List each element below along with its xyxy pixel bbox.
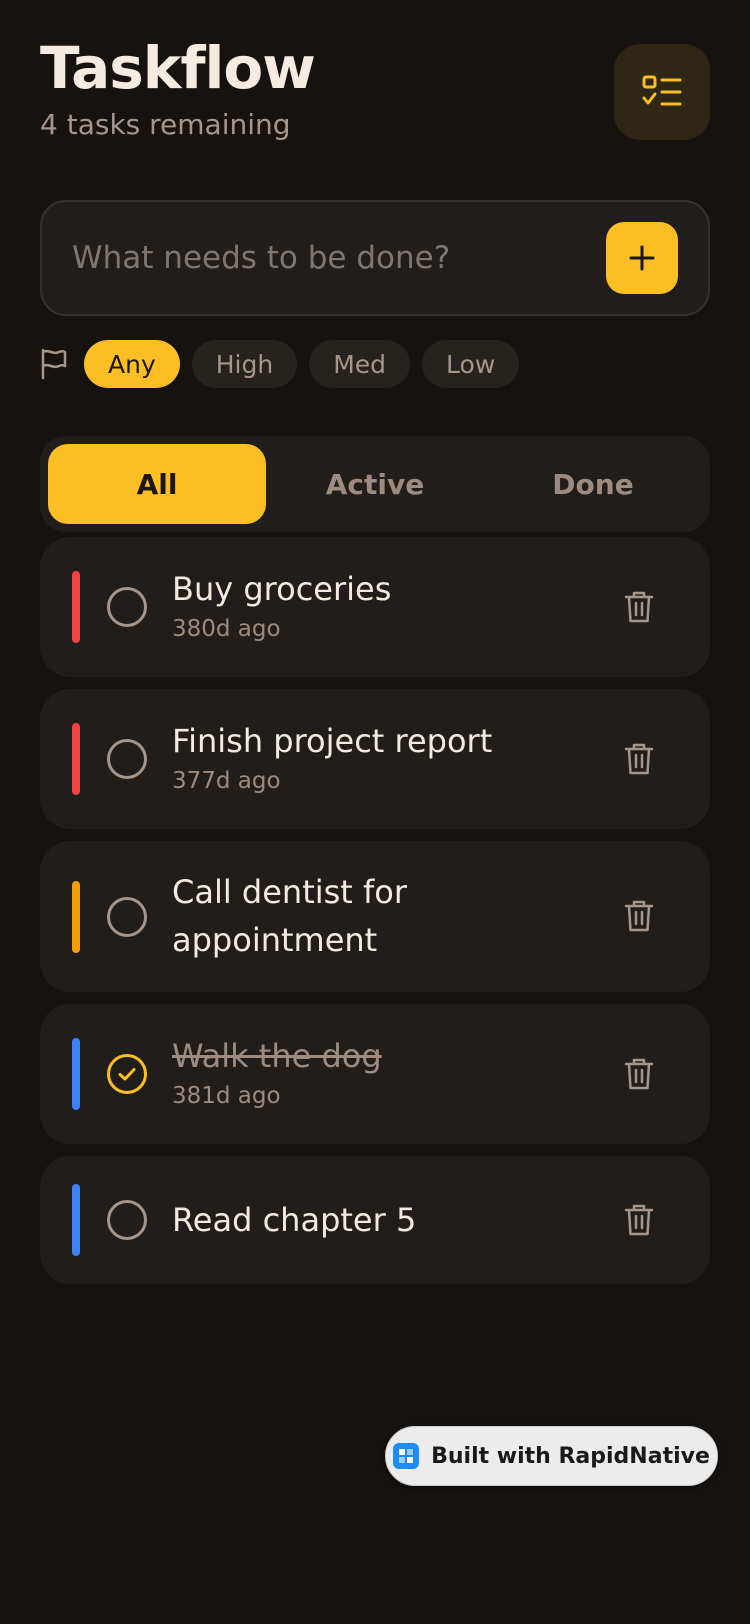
task-item[interactable]: Buy groceries 380d ago <box>40 537 710 677</box>
tasks-remaining: 4 tasks remaining <box>40 107 291 141</box>
plus-icon <box>629 245 655 271</box>
task-title: Finish project report <box>172 722 493 760</box>
rapidnative-logo-icon <box>393 1443 420 1469</box>
task-content: Finish project report 377d ago <box>172 717 592 797</box>
trash-icon[interactable] <box>624 590 654 624</box>
new-task-card <box>40 200 710 316</box>
priority-chip-med[interactable]: Med <box>309 340 411 388</box>
priority-filter: Any High Med Low <box>40 340 531 388</box>
page-title: Taskflow <box>40 34 316 102</box>
circle-icon[interactable] <box>106 738 148 780</box>
task-time: 380d ago <box>172 616 281 642</box>
flag-icon <box>41 348 67 380</box>
tab-done[interactable]: Done <box>484 444 702 524</box>
tab-all[interactable]: All <box>48 444 266 524</box>
task-content: Read chapter 5 <box>172 1196 592 1244</box>
task-time: 381d ago <box>172 1083 281 1109</box>
task-item[interactable]: Walk the dog 381d ago <box>40 1004 710 1144</box>
tab-active[interactable]: Active <box>266 444 484 524</box>
priority-indicator <box>72 881 80 953</box>
task-title: Buy groceries <box>172 570 392 608</box>
task-title: Call dentist for appointment <box>172 873 408 959</box>
built-with-badge[interactable]: Built with RapidNative <box>385 1426 718 1486</box>
task-title: Walk the dog <box>172 1037 382 1075</box>
trash-icon[interactable] <box>624 1057 654 1091</box>
app-screen: Taskflow 4 tasks remaining Any High Med … <box>0 0 750 1624</box>
trash-icon[interactable] <box>624 899 654 933</box>
priority-indicator <box>72 571 80 643</box>
priority-chip-any[interactable]: Any <box>84 340 180 388</box>
checklist-icon <box>642 75 682 106</box>
header: Taskflow 4 tasks remaining <box>40 34 316 141</box>
task-time: 377d ago <box>172 768 281 794</box>
badge-label: Built with RapidNative <box>431 1443 710 1469</box>
circle-icon[interactable] <box>106 896 148 938</box>
trash-icon[interactable] <box>624 1203 654 1237</box>
task-item[interactable]: Call dentist for appointment <box>40 841 710 992</box>
new-task-input[interactable] <box>72 230 572 286</box>
checklist-button[interactable] <box>614 44 710 140</box>
task-content: Walk the dog 381d ago <box>172 1032 592 1112</box>
circle-icon[interactable] <box>106 1199 148 1241</box>
priority-chip-low[interactable]: Low <box>422 340 520 388</box>
trash-icon[interactable] <box>624 742 654 776</box>
priority-chip-high[interactable]: High <box>191 340 298 388</box>
add-task-button[interactable] <box>606 222 678 294</box>
task-content: Call dentist for appointment <box>172 868 492 964</box>
priority-indicator <box>72 1184 80 1256</box>
priority-indicator <box>72 723 80 795</box>
check-circle-icon[interactable] <box>106 1053 148 1095</box>
priority-indicator <box>72 1038 80 1110</box>
task-item[interactable]: Finish project report 377d ago <box>40 689 710 829</box>
task-content: Buy groceries 380d ago <box>172 565 592 645</box>
status-tabs: All Active Done <box>40 436 710 532</box>
task-title: Read chapter 5 <box>172 1201 417 1239</box>
task-item[interactable]: Read chapter 5 <box>40 1156 710 1284</box>
circle-icon[interactable] <box>106 586 148 628</box>
